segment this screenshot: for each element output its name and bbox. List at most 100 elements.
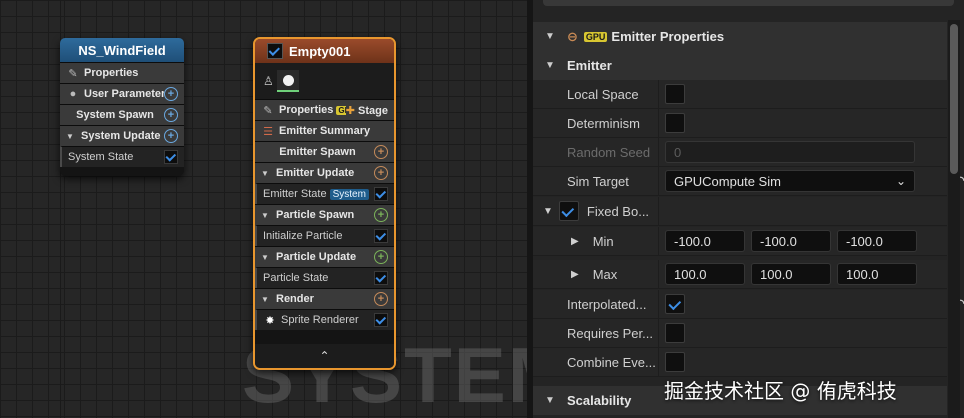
add-emitter-spawn-icon[interactable]: + (374, 145, 388, 159)
max-label: Max (592, 266, 618, 282)
emitter-state-row[interactable]: Emitter State System (255, 183, 394, 204)
add-emitter-update-icon[interactable]: + (374, 166, 388, 180)
local-space-checkbox[interactable] (665, 84, 685, 104)
min-z-input[interactable]: -100.0 (837, 230, 917, 252)
determinism-label: Determinism (533, 109, 659, 137)
emitter-properties-section-header[interactable]: ▼ ⊖ GPU Emitter Properties (533, 22, 947, 51)
max-name-cell: ▶ Max (533, 260, 659, 288)
sim-target-dropdown[interactable]: GPUCompute Sim ⌄ (665, 170, 915, 192)
local-space-row: Local Space (533, 80, 947, 109)
particle-update-row[interactable]: ▼ Particle Update + (255, 246, 394, 267)
add-renderer-icon[interactable]: + (374, 292, 388, 306)
wind-field-node-title[interactable]: NS_WindField (60, 38, 184, 62)
details-scrollbar[interactable] (948, 20, 960, 418)
emitter-enabled-checkbox[interactable] (267, 43, 283, 59)
pencil-icon: ✎ (68, 67, 78, 80)
add-particle-spawn-icon[interactable]: + (374, 208, 388, 222)
initialize-particle-row[interactable]: Initialize Particle (255, 225, 394, 246)
collapse-caret-icon[interactable]: ▼ (539, 31, 561, 42)
user-parameters-label: User Parameters (84, 88, 164, 100)
interpolated-label: Interpolated... (533, 290, 659, 318)
min-label: Min (592, 233, 614, 249)
emitter-thumbnail-row: ♙ (255, 63, 394, 99)
min-y-input[interactable]: -100.0 (751, 230, 831, 252)
emitter-category[interactable]: ▼ Emitter (533, 51, 947, 80)
initialize-particle-label: Initialize Particle (263, 230, 343, 242)
sprite-burst-icon: ✸ (265, 314, 275, 327)
combine-eve-row: Combine Eve... (533, 348, 947, 377)
min-x-input[interactable]: -100.0 (665, 230, 745, 252)
details-scrollbar-thumb[interactable] (950, 24, 958, 174)
interpolated-checkbox[interactable] (665, 294, 685, 314)
emitter-summary-label: Emitter Summary (279, 125, 371, 137)
properties-row[interactable]: ✎ Properties (60, 62, 184, 83)
properties-label: Properties (84, 67, 139, 79)
max-x-input[interactable]: 100.0 (665, 263, 745, 285)
sim-target-row: Sim Target GPUCompute Sim ⌄ ↶ (533, 167, 964, 196)
system-state-row[interactable]: System State (60, 146, 184, 167)
random-seed-label: Random Seed (533, 138, 659, 166)
system-update-row[interactable]: ▼ System Update + (60, 125, 184, 146)
emitter-properties-row[interactable]: ✎ PropertiesGPU ✚ Stage (255, 99, 394, 120)
initialize-particle-enabled-checkbox[interactable] (374, 229, 388, 243)
max-z-input[interactable]: 100.0 (837, 263, 917, 285)
wind-field-node[interactable]: NS_WindField ✎ Properties ● User Paramet… (60, 38, 184, 176)
sprite-thumbnail[interactable] (277, 70, 299, 92)
collapse-caret-icon[interactable]: ▼ (543, 206, 553, 217)
system-state-enabled-checkbox[interactable] (164, 150, 178, 164)
system-tag: System (329, 189, 369, 200)
emitter-node[interactable]: Empty001 ♙ ✎ PropertiesGPU ✚ Stage ☰ Emi… (253, 37, 396, 370)
emitter-summary-row[interactable]: ☰ Emitter Summary (255, 120, 394, 141)
max-row: ▶ Max 100.0 100.0 100.0 (533, 260, 947, 289)
add-user-parameter-icon[interactable]: + (164, 87, 178, 101)
requires-per-label: Requires Per... (533, 319, 659, 347)
interpolated-row: Interpolated... ↶ (533, 290, 964, 319)
user-icon: ● (69, 88, 77, 100)
collapse-caret-icon[interactable]: ▼ (539, 395, 561, 406)
collapse-caret-icon[interactable]: ▼ (261, 253, 273, 262)
particle-spawn-label: Particle Spawn (276, 209, 355, 221)
combine-eve-checkbox[interactable] (665, 352, 685, 372)
add-system-update-icon[interactable]: + (164, 129, 178, 143)
collapse-caret-icon[interactable]: ▼ (261, 169, 273, 178)
emitter-spawn-row[interactable]: Emitter Spawn + (255, 141, 394, 162)
determinism-row: Determinism (533, 109, 947, 138)
sprite-renderer-enabled-checkbox[interactable] (374, 313, 388, 327)
particle-state-row[interactable]: Particle State (255, 267, 394, 288)
add-system-spawn-icon[interactable]: + (164, 108, 178, 122)
emitter-properties-label: PropertiesGPU (279, 104, 346, 116)
sim-target-value: GPUCompute Sim (674, 173, 781, 189)
collapse-caret-icon[interactable]: ▼ (539, 60, 561, 71)
chevron-down-icon: ⌄ (895, 174, 906, 188)
emitter-node-header[interactable]: Empty001 (255, 39, 394, 63)
collapse-node-button[interactable]: ⌃ (255, 344, 394, 368)
collapse-caret-icon[interactable]: ▼ (66, 132, 78, 141)
expand-caret-icon[interactable]: ▶ (571, 236, 579, 247)
particle-update-label: Particle Update (276, 251, 357, 263)
graph-canvas[interactable]: SYSTEM NS_WindField ✎ Properties ● User … (0, 0, 527, 418)
collapse-caret-icon[interactable]: ▼ (261, 295, 273, 304)
system-spawn-row[interactable]: System Spawn + (60, 104, 184, 125)
random-seed-row: Random Seed 0 (533, 138, 947, 167)
particle-spawn-row[interactable]: ▼ Particle Spawn + (255, 204, 394, 225)
sprite-renderer-row[interactable]: ✸ Sprite Renderer (255, 309, 394, 330)
determinism-checkbox[interactable] (665, 113, 685, 133)
emitter-update-label: Emitter Update (276, 167, 355, 179)
fixed-bounds-checkbox[interactable] (558, 201, 579, 221)
emitter-state-enabled-checkbox[interactable] (374, 187, 388, 201)
sprite-renderer-label: Sprite Renderer (281, 314, 359, 326)
local-space-label: Local Space (533, 80, 659, 108)
expand-caret-icon[interactable]: ▶ (571, 269, 579, 280)
render-row[interactable]: ▼ Render + (255, 288, 394, 309)
user-parameters-row[interactable]: ● User Parameters + (60, 83, 184, 104)
panel-top-bar (543, 0, 954, 6)
emitter-update-row[interactable]: ▼ Emitter Update + (255, 162, 394, 183)
add-particle-update-icon[interactable]: + (374, 250, 388, 264)
collapse-caret-icon[interactable]: ▼ (261, 211, 273, 220)
add-stage-button[interactable]: ✚ Stage (346, 104, 388, 117)
emitter-category-label: Emitter (567, 58, 612, 73)
requires-per-checkbox[interactable] (665, 323, 685, 343)
random-seed-input[interactable]: 0 (665, 141, 915, 163)
max-y-input[interactable]: 100.0 (751, 263, 831, 285)
particle-state-enabled-checkbox[interactable] (374, 271, 388, 285)
